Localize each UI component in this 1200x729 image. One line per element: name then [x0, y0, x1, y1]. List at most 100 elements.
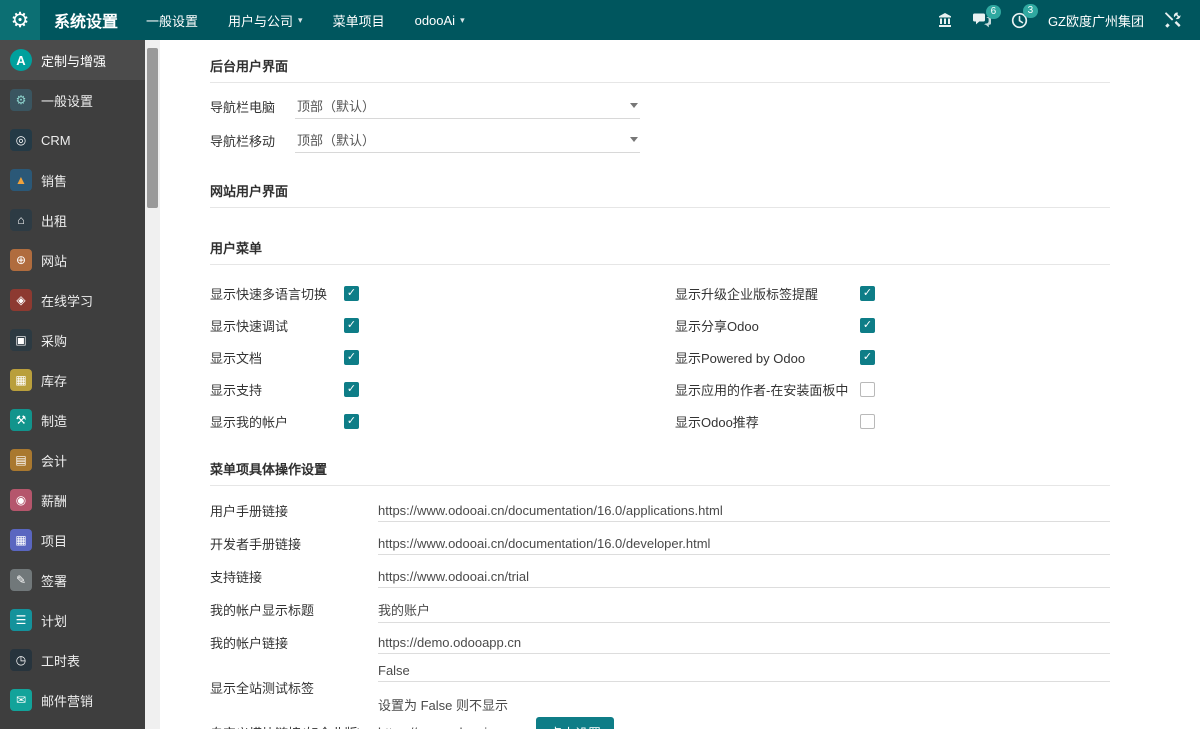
dropdown-select[interactable]: 顶部（默认）: [295, 93, 640, 119]
field-input[interactable]: https://www.odooai.cn/documentation/16.0…: [378, 532, 1110, 555]
sidebar-item[interactable]: ⌂ 出租: [0, 200, 145, 240]
field-input[interactable]: https://www.odooai.cn/documentation/16.0…: [378, 499, 1110, 522]
checkbox-row: 显示Powered by Odoo✓: [675, 341, 1110, 373]
checkbox-row: 显示升级企业版标签提醒✓: [675, 277, 1110, 309]
field-value-area: https://www.odooai.cn/documentation/16.0…: [378, 499, 1110, 522]
setting-field-row: 支持链接https://www.odooai.cn/trial: [210, 560, 1110, 593]
sidebar-item[interactable]: ▤会计: [0, 440, 145, 480]
topbar-menu-item[interactable]: 菜单项目: [333, 11, 385, 30]
field-label: 自定义模块链接(如企业版): [210, 723, 378, 729]
checkbox-row: 显示我的帐户✓: [210, 405, 675, 437]
topbar-menu-item[interactable]: 一般设置: [146, 11, 198, 30]
field-rows: 用户手册链接https://www.odooai.cn/documentatio…: [210, 494, 1110, 729]
sidebar-item-label: 销售: [41, 171, 67, 190]
checkbox[interactable]: ✓: [344, 414, 359, 429]
sidebar-item-label: 网站: [41, 251, 67, 270]
inventory-icon: ▦: [10, 369, 32, 391]
sidebar-menu: A定制与增强⚙一般设置◎CRM▲销售 ⌂ 出租 ⊕网站◈在线学习 ▣ 采购 ▦库存⚒制造▤会…: [0, 40, 145, 729]
setting-field-row: 开发者手册链接https://www.odooai.cn/documentati…: [210, 527, 1110, 560]
checkbox[interactable]: ✓: [344, 318, 359, 333]
manufacturing-icon: ⚒: [10, 409, 32, 431]
field-label: 用户手册链接: [210, 501, 378, 520]
sidebar-item[interactable]: ◉薪酬: [0, 480, 145, 520]
checkbox-grid: 显示快速多语言切换✓显示快速调试✓显示文档✓显示支持✓显示我的帐户✓ 显示升级企…: [210, 277, 1110, 437]
field-label: 显示全站测试标签: [210, 678, 378, 697]
purchase-icon: ▣: [10, 329, 32, 351]
checkbox-row: 显示分享Odoo✓: [675, 309, 1110, 341]
chevron-down-icon: ▾: [460, 15, 465, 26]
sidebar-item-label: 出租: [41, 211, 67, 230]
sidebar-item[interactable]: ⚒制造: [0, 400, 145, 440]
building-icon-svg: [937, 12, 953, 28]
chevron-down-icon: [630, 137, 638, 142]
checkbox[interactable]: ✓: [344, 382, 359, 397]
topbar-menu-list: 一般设置 用户与公司▾ 菜单项目 odooAi▾: [146, 11, 465, 30]
field-input[interactable]: False: [378, 659, 1110, 682]
scrollbar-thumb[interactable]: [147, 48, 158, 208]
checkbox-label: 显示Odoo推荐: [675, 412, 860, 431]
setting-field-row: 用户手册链接https://www.odooai.cn/documentatio…: [210, 494, 1110, 527]
dropdown-select[interactable]: 顶部（默认）: [295, 127, 640, 153]
checkbox[interactable]: ✓: [860, 318, 875, 333]
sidebar-item-label: 工时表: [41, 651, 80, 670]
topbar-right: 6 3 GZ欧度广州集团: [937, 11, 1200, 30]
checkbox[interactable]: [860, 382, 875, 397]
accounting-icon: ▤: [10, 449, 32, 471]
sidebar-item-label: 薪酬: [41, 491, 67, 510]
sidebar-item[interactable]: ◎CRM: [0, 120, 145, 160]
checkbox-row: 显示支持✓: [210, 373, 675, 405]
field-input[interactable]: https://demo.odooapp.cn: [378, 631, 1110, 654]
sidebar-item[interactable]: ⚙一般设置: [0, 80, 145, 120]
chevron-down-icon: ▾: [298, 15, 303, 26]
sidebar-item-label: 采购: [41, 331, 67, 350]
timesheet-icon: ◷: [10, 649, 32, 671]
sidebar-item[interactable]: ◈在线学习: [0, 280, 145, 320]
checkbox[interactable]: ✓: [860, 286, 875, 301]
user-menu[interactable]: GZ欧度广州集团: [1048, 11, 1144, 30]
odooai-logo-icon: A: [10, 49, 32, 71]
scrollbar-track[interactable]: [145, 40, 160, 729]
app-title: 系统设置: [54, 8, 118, 32]
checkbox-label: 显示升级企业版标签提醒: [675, 284, 860, 303]
sidebar-item[interactable]: ✎签署: [0, 560, 145, 600]
general-settings-icon: ⚙: [10, 89, 32, 111]
checkbox-column-right: 显示升级企业版标签提醒✓显示分享Odoo✓显示Powered by Odoo✓显…: [675, 277, 1110, 437]
sidebar-item[interactable]: ◷ 工时表: [0, 640, 145, 680]
tools-menu[interactable]: [1164, 11, 1182, 29]
sidebar-item[interactable]: A定制与增强: [0, 40, 145, 80]
activities-badge: 3: [1023, 4, 1038, 18]
checkbox[interactable]: ✓: [344, 286, 359, 301]
sidebar-item[interactable]: ▦项目: [0, 520, 145, 560]
sidebar-item[interactable]: ⊕网站: [0, 240, 145, 280]
app-gear-icon[interactable]: ⚙: [0, 0, 40, 40]
checkbox[interactable]: ✓: [344, 350, 359, 365]
topbar-menu-item[interactable]: odooAi▾: [415, 13, 465, 28]
field-value-area: https://www.odooai.cn/trial: [378, 565, 1110, 588]
sidebar-item[interactable]: ▣ 采购: [0, 320, 145, 360]
section-title-website-ui: 网站用户界面: [210, 181, 1110, 200]
sidebar-item[interactable]: ☰计划: [0, 600, 145, 640]
field-input[interactable]: https://www.odooai.cn/trial: [378, 565, 1110, 588]
messages-icon[interactable]: 6: [973, 13, 991, 28]
sidebar-item-label: 在线学习: [41, 291, 93, 310]
sidebar-item[interactable]: ▲销售: [0, 160, 145, 200]
sidebar-item-label: CRM: [41, 133, 71, 148]
select-rows: 导航栏电脑顶部（默认）导航栏移动顶部（默认）: [210, 89, 1110, 157]
field-value-area: https://www.odooai.cn 点击设置: [378, 717, 1110, 729]
field-input[interactable]: 我的账户: [378, 596, 1110, 623]
field-input[interactable]: https://www.odooai.cn: [378, 721, 528, 729]
building-icon[interactable]: [937, 12, 953, 28]
checkbox[interactable]: ✓: [860, 350, 875, 365]
sidebar-item[interactable]: ▦库存: [0, 360, 145, 400]
topbar-menu-item[interactable]: 用户与公司▾: [228, 11, 303, 30]
activities-icon[interactable]: 3: [1011, 12, 1028, 29]
checkbox-label: 显示快速调试: [210, 316, 344, 335]
email-marketing-icon: ✉: [10, 689, 32, 711]
checkbox[interactable]: [860, 414, 875, 429]
set-button[interactable]: 点击设置: [536, 717, 614, 729]
field-label: 支持链接: [210, 567, 378, 586]
sidebar-item-label: 计划: [41, 611, 67, 630]
rental-icon: ⌂: [10, 209, 32, 231]
checkbox-label: 显示支持: [210, 380, 344, 399]
sidebar-item[interactable]: ✉邮件营销: [0, 680, 145, 720]
